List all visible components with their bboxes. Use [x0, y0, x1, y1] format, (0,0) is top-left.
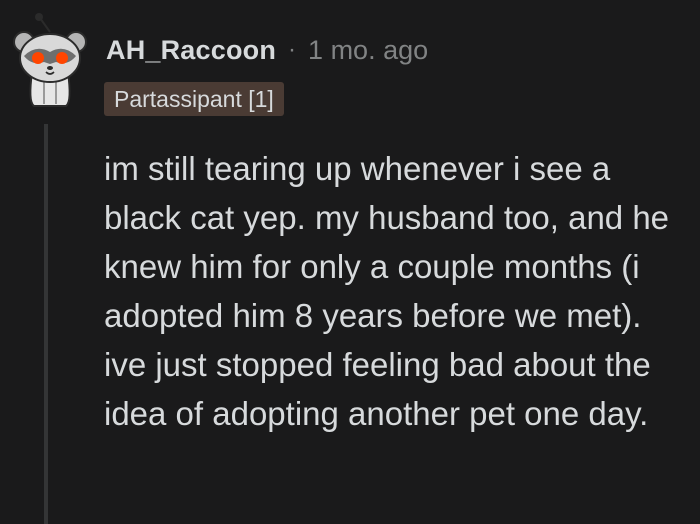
timestamp[interactable]: 1 mo. ago — [308, 35, 428, 66]
comment: AH_Raccoon · 1 mo. ago Partassipant [1] … — [0, 0, 700, 524]
user-flair: Partassipant [1] — [104, 82, 284, 116]
thread-collapse-line[interactable] — [44, 124, 48, 524]
comment-header: AH_Raccoon · 1 mo. ago — [106, 30, 428, 70]
raccoon-avatar-icon — [13, 13, 87, 107]
meta-separator: · — [288, 36, 297, 63]
comment-body: im still tearing up whenever i see a bla… — [104, 150, 670, 432]
avatar[interactable] — [10, 12, 90, 108]
username-link[interactable]: AH_Raccoon — [106, 35, 276, 66]
